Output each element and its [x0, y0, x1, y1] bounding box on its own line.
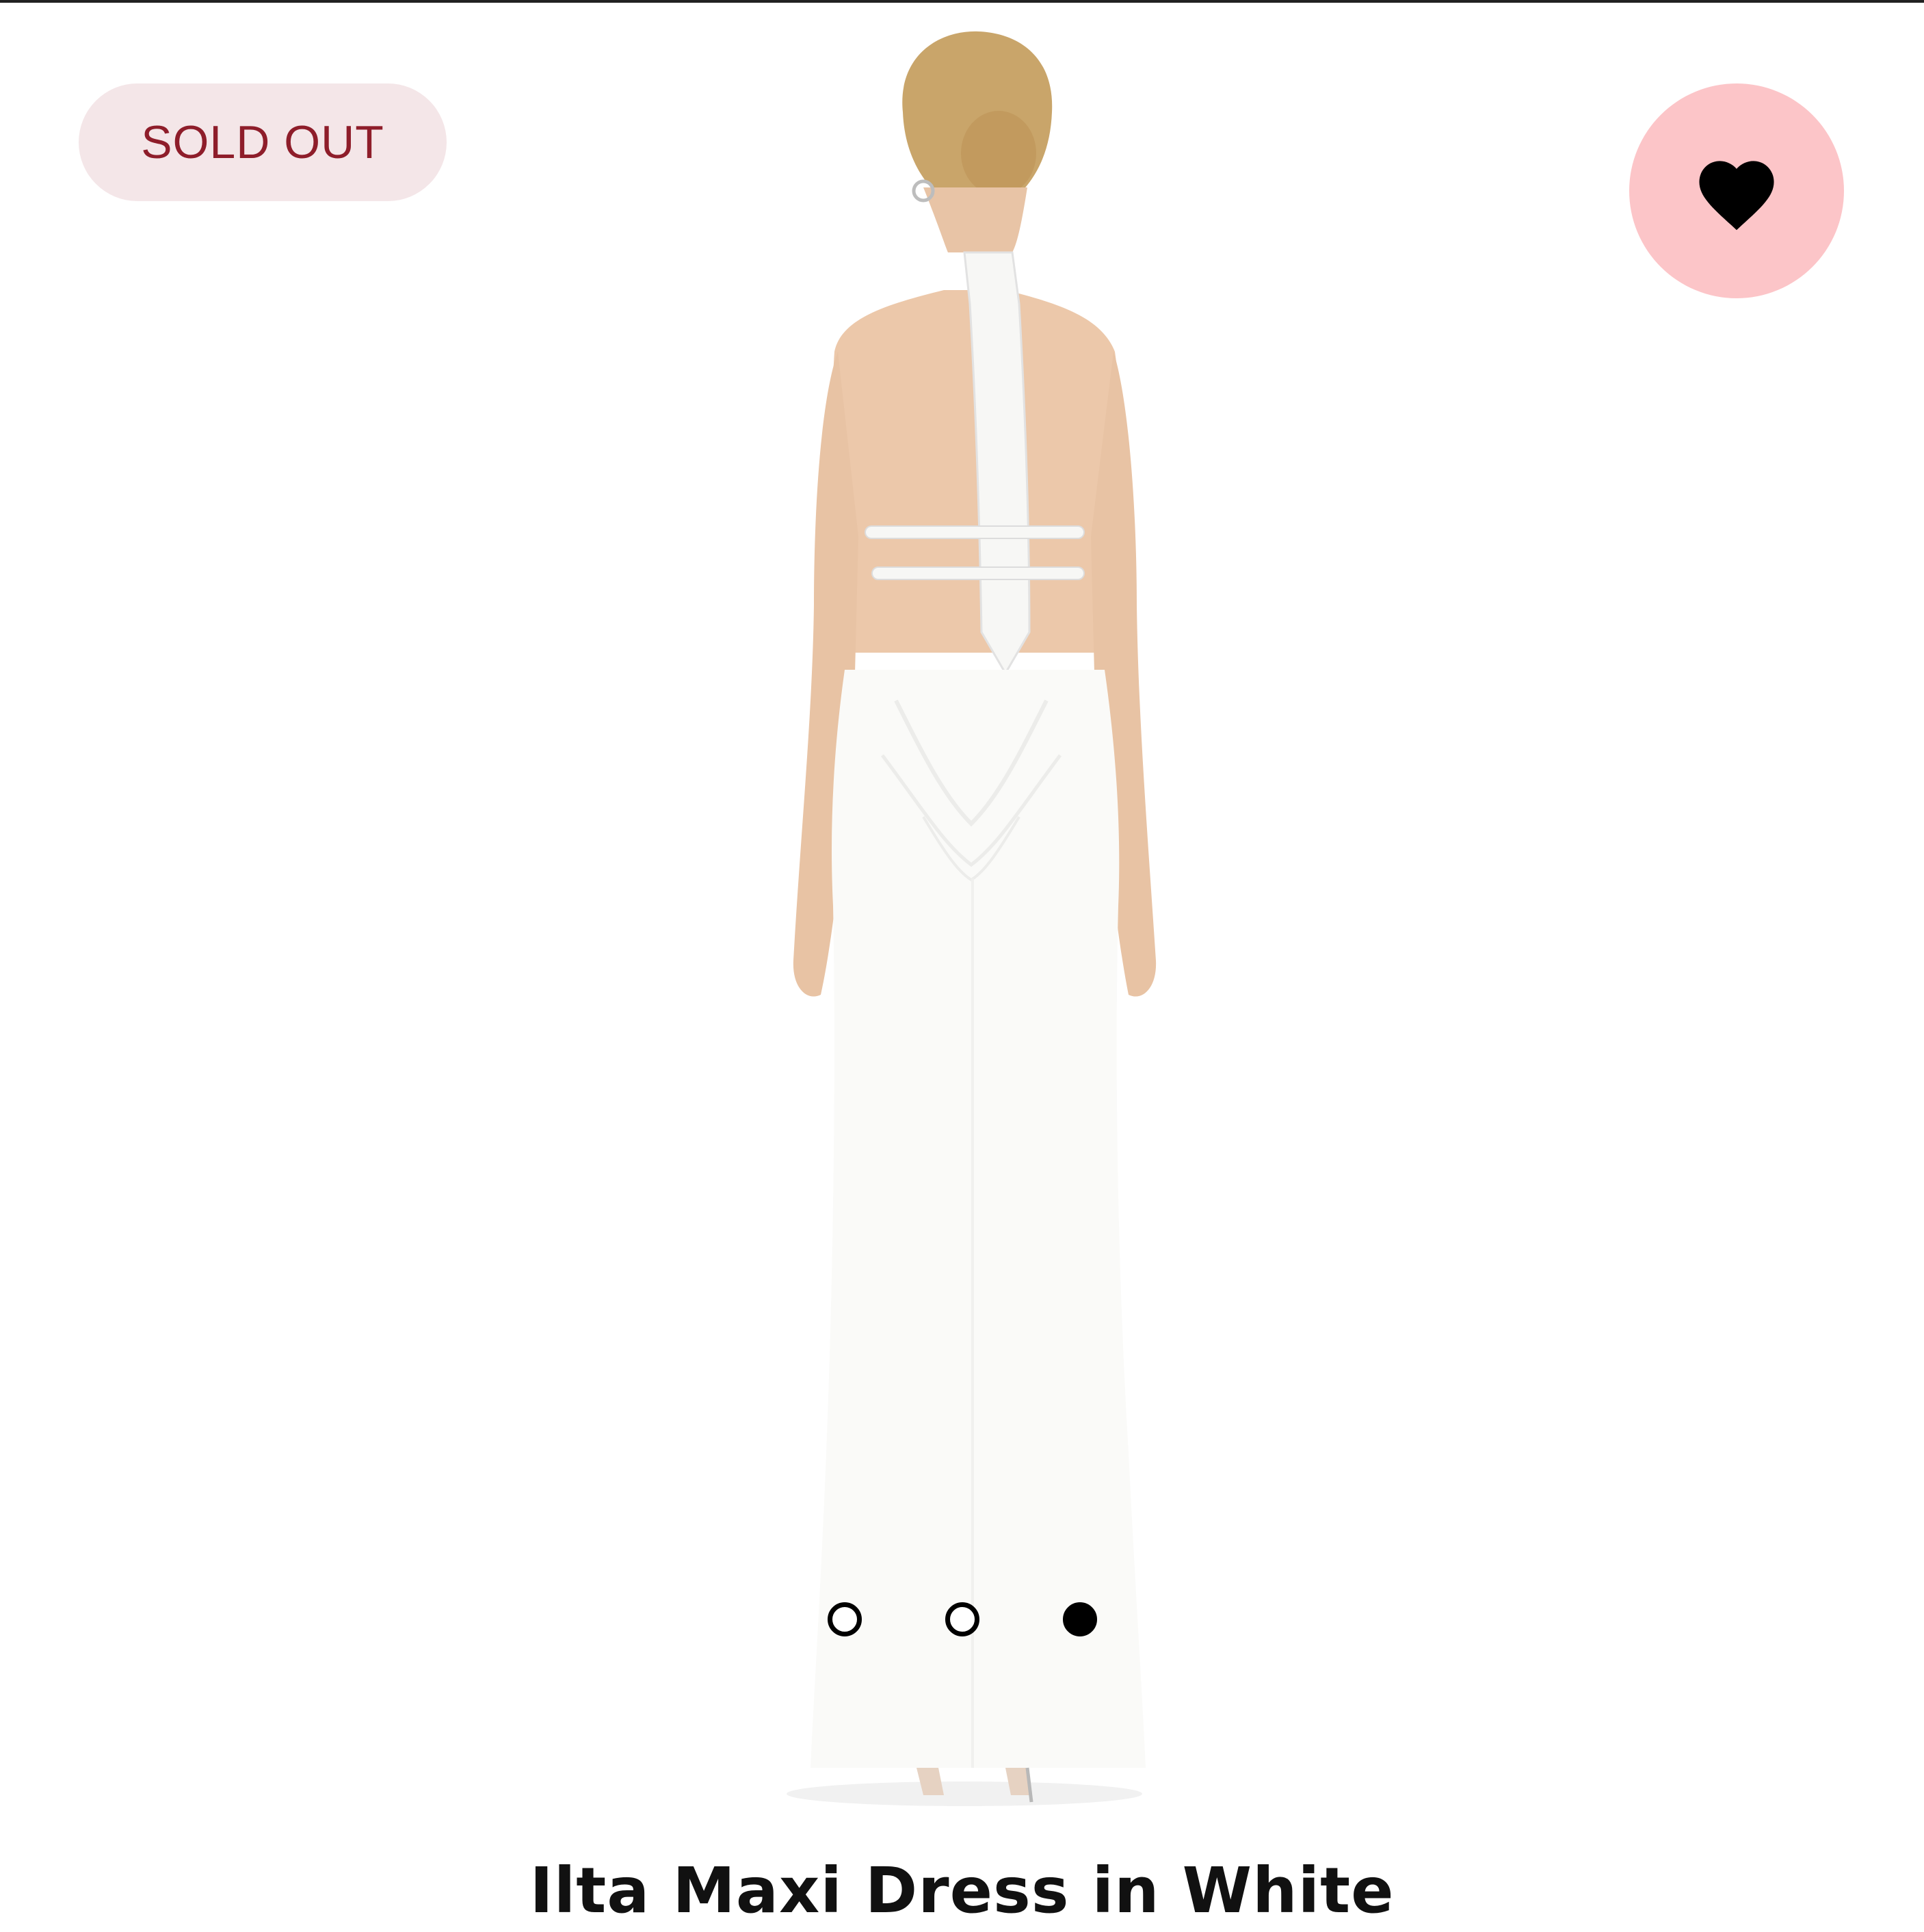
product-image[interactable]	[718, 16, 1211, 1809]
product-title[interactable]: Ilta Maxi Dress in White	[0, 1850, 1924, 1932]
heart-icon	[1699, 161, 1774, 231]
pagination-dot-3[interactable]	[1063, 1602, 1097, 1636]
favorite-button[interactable]	[1629, 83, 1844, 298]
image-pagination	[821, 1602, 1108, 1643]
product-card[interactable]: SOLD OUT Ilta Maxi Dress in White	[0, 3, 1924, 1927]
sold-out-badge: SOLD OUT	[79, 83, 447, 201]
pagination-dot-1[interactable]	[828, 1602, 862, 1636]
pagination-dot-2[interactable]	[945, 1602, 979, 1636]
